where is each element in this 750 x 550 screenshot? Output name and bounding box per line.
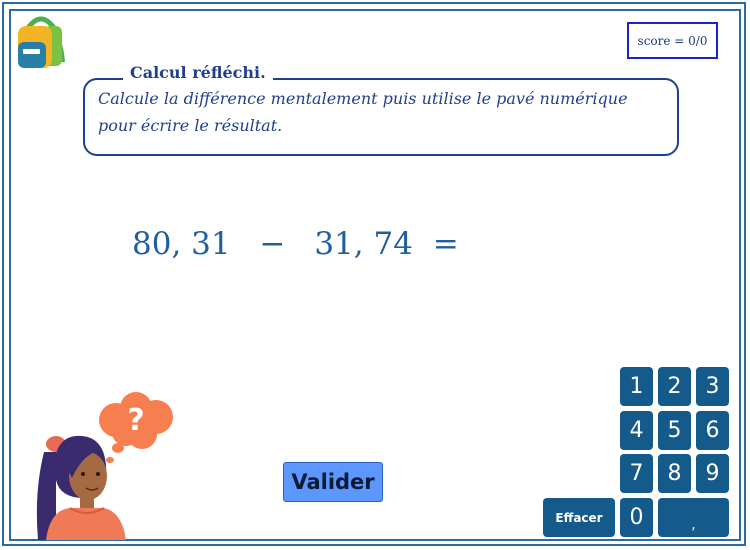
- girl-thinking-illustration: ?: [36, 392, 173, 540]
- question-mark: ?: [127, 403, 144, 438]
- instruction-line-1: Calcule la différence mentalement puis u…: [98, 89, 628, 108]
- key-6[interactable]: 6: [696, 411, 729, 450]
- operand-1: 80, 31: [132, 226, 231, 262]
- backpack-icon: [18, 16, 65, 68]
- operand-2: 31, 74: [314, 226, 413, 262]
- key-9[interactable]: 9: [696, 454, 729, 493]
- instruction-line-2: pour écrire le résultat.: [98, 116, 283, 135]
- key-5[interactable]: 5: [658, 411, 691, 450]
- key-3[interactable]: 3: [696, 367, 729, 406]
- equals-sign: =: [432, 226, 459, 262]
- instruction-title: Calcul réfléchi.: [123, 63, 273, 82]
- key-1[interactable]: 1: [620, 367, 653, 406]
- key-comma[interactable]: ,: [658, 498, 729, 537]
- validate-button[interactable]: Valider: [283, 462, 383, 502]
- clear-button[interactable]: Effacer: [543, 498, 615, 537]
- key-2[interactable]: 2: [658, 367, 691, 406]
- key-0[interactable]: 0: [620, 498, 653, 537]
- math-problem: 80, 31 − 31, 74 =: [132, 226, 459, 262]
- key-4[interactable]: 4: [620, 411, 653, 450]
- score-display: score = 0/0: [627, 22, 718, 59]
- key-7[interactable]: 7: [620, 454, 653, 493]
- key-8[interactable]: 8: [658, 454, 691, 493]
- minus-operator: −: [259, 226, 286, 262]
- thought-bubble: ?: [99, 392, 173, 463]
